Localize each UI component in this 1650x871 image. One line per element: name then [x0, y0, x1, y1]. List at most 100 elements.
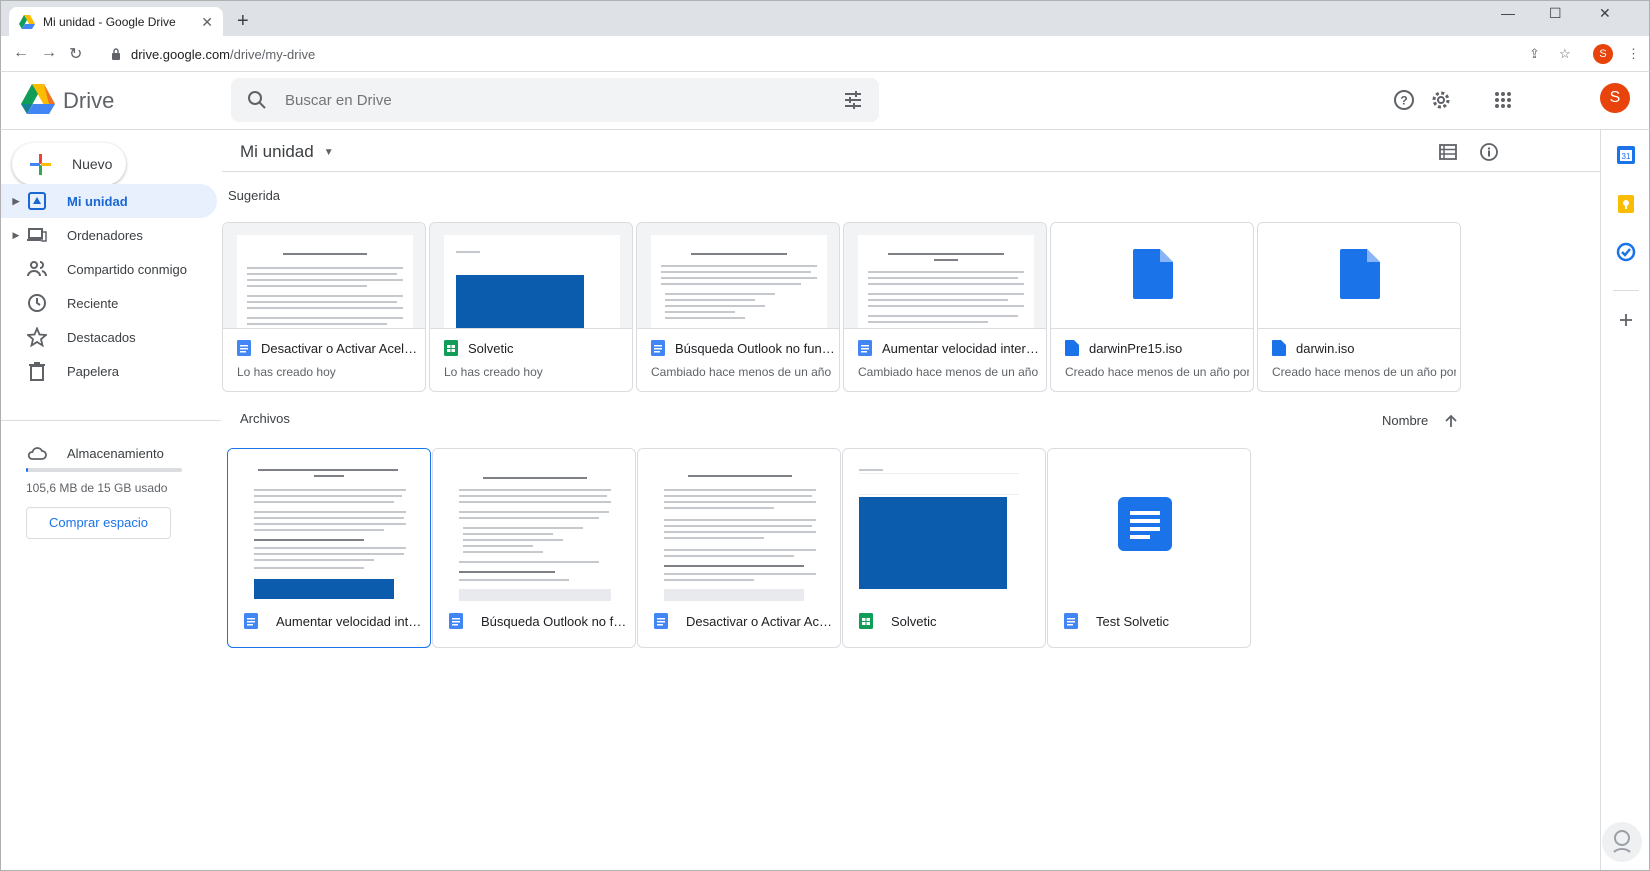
sidebar-item-computers[interactable]: ▶ Ordenadores	[1, 218, 217, 252]
sidebar-item-trash[interactable]: Papelera	[1, 354, 217, 388]
account-avatar[interactable]: S	[1600, 83, 1630, 113]
search-icon[interactable]	[247, 90, 267, 110]
drive-header: Drive ? S	[0, 72, 1650, 130]
document-preview	[223, 223, 425, 329]
suggested-card[interactable]: Desactivar o Activar Acele... Lo has cre…	[222, 222, 426, 392]
sidebar-item-label: Almacenamiento	[67, 445, 164, 461]
keep-icon[interactable]	[1616, 194, 1636, 214]
tasks-icon[interactable]	[1616, 242, 1636, 262]
expand-arrow-icon[interactable]: ▶	[9, 196, 23, 207]
info-icon[interactable]	[1479, 142, 1499, 162]
browser-profile-avatar[interactable]: S	[1593, 44, 1613, 64]
suggested-card[interactable]: Solvetic Lo has creado hoy	[429, 222, 633, 392]
storage-usage-text: 105,6 MB de 15 GB usado	[26, 481, 168, 495]
page-thumbnail	[444, 235, 620, 328]
google-docs-icon	[237, 340, 251, 356]
spreadsheet-preview	[430, 223, 632, 329]
file-activity: Lo has creado hoy	[444, 365, 543, 379]
sidebar-item-starred[interactable]: Destacados	[1, 320, 217, 354]
page-thumbnail	[858, 235, 1034, 328]
reload-icon[interactable]: ↻	[69, 44, 82, 64]
sort-label: Nombre	[1382, 413, 1429, 428]
buy-storage-button[interactable]: Comprar espacio	[26, 507, 171, 539]
bookmark-star-icon[interactable]: ☆	[1559, 46, 1571, 62]
browser-menu-icon[interactable]: ⋮	[1627, 46, 1640, 62]
back-icon[interactable]: ←	[13, 44, 29, 62]
list-view-icon[interactable]	[1438, 142, 1458, 162]
rail-divider	[1613, 290, 1639, 291]
sidebar-item-label: Mi unidad	[67, 193, 128, 209]
suggested-card[interactable]: Búsqueda Outlook no func... Cambiado hac…	[636, 222, 840, 392]
card-name-line: Solvetic	[859, 613, 1037, 629]
expand-arrow-icon[interactable]: ▶	[9, 230, 23, 241]
search-options-icon[interactable]	[843, 90, 863, 110]
files-heading: Archivos	[240, 411, 290, 426]
help-icon[interactable]: ?	[1392, 88, 1416, 112]
computers-icon	[27, 228, 47, 242]
clock-icon	[28, 294, 46, 312]
google-docs-large-icon	[1118, 497, 1172, 551]
settings-gear-icon[interactable]	[1429, 88, 1453, 112]
file-name: darwin.iso	[1296, 340, 1355, 356]
page-thumbnail	[237, 235, 413, 328]
suggested-card[interactable]: darwin.iso Creado hace menos de un año p…	[1257, 222, 1461, 392]
file-preview	[1051, 223, 1253, 329]
file-card[interactable]: Aumentar velocidad inter...	[227, 448, 431, 648]
add-addon-icon[interactable]	[1616, 310, 1636, 330]
new-button[interactable]: Nuevo	[12, 143, 126, 185]
page-title[interactable]: Mi unidad ▼	[240, 142, 334, 162]
suggested-card[interactable]: darwinPre15.iso Creado hace menos de un …	[1050, 222, 1254, 392]
calendar-icon[interactable]: 31	[1616, 145, 1636, 165]
sidebar-item-shared[interactable]: Compartido conmigo	[1, 252, 217, 286]
page-thumbnail	[651, 235, 827, 328]
google-docs-icon	[654, 613, 668, 629]
file-name: Búsqueda Outlook no func...	[675, 340, 835, 356]
browser-tab-bar: Mi unidad - Google Drive ✕ + — ☐ ✕	[0, 0, 1650, 37]
toolbar-divider	[222, 171, 1600, 172]
sidebar-item-my-drive[interactable]: ▶ Mi unidad	[1, 184, 217, 218]
drive-logo-icon[interactable]	[21, 84, 55, 114]
file-card[interactable]: Desactivar o Activar Acel...	[637, 448, 841, 648]
star-icon	[27, 327, 47, 347]
google-docs-icon	[244, 613, 258, 629]
share-icon[interactable]: ⇪	[1529, 46, 1540, 62]
maximize-icon[interactable]: ☐	[1549, 5, 1562, 22]
google-docs-icon	[858, 340, 872, 356]
sidebar-item-recent[interactable]: Reciente	[1, 286, 217, 320]
cloud-icon	[27, 447, 47, 460]
google-docs-icon	[449, 613, 463, 629]
brand-name: Drive	[63, 88, 115, 113]
browser-tab[interactable]: Mi unidad - Google Drive ✕	[9, 7, 223, 37]
file-name: Solvetic	[891, 613, 937, 629]
spreadsheet-preview	[843, 449, 1045, 604]
file-card[interactable]: Solvetic	[842, 448, 1046, 648]
generic-file-icon	[1133, 249, 1173, 299]
sidebar-item-label: Destacados	[67, 329, 136, 345]
file-card[interactable]: Búsqueda Outlook no fun...	[432, 448, 636, 648]
search-input[interactable]	[285, 91, 843, 109]
card-name-line: Aumentar velocidad intern...	[858, 340, 1042, 356]
file-name: Aumentar velocidad inter...	[276, 613, 422, 629]
close-window-icon[interactable]: ✕	[1599, 5, 1611, 22]
new-tab-icon[interactable]: +	[237, 10, 249, 33]
drive-favicon-icon	[19, 15, 35, 29]
drive-icon	[28, 192, 46, 210]
storage-bar	[26, 468, 182, 472]
google-sheets-icon	[859, 613, 873, 629]
suggested-card[interactable]: Aumentar velocidad intern... Cambiado ha…	[843, 222, 1047, 392]
url-field[interactable]: drive.google.com/drive/my-drive	[111, 42, 1531, 66]
card-name-line: Búsqueda Outlook no func...	[651, 340, 835, 356]
sort-arrow-up-icon[interactable]	[1444, 414, 1458, 428]
sidebar-item-label: Ordenadores	[67, 227, 143, 243]
file-name: darwinPre15.iso	[1089, 340, 1183, 356]
search-bar[interactable]	[231, 78, 879, 122]
sort-control[interactable]: Nombre	[1382, 413, 1458, 428]
url-path: /drive/my-drive	[230, 46, 316, 62]
apps-grid-icon[interactable]	[1491, 88, 1515, 112]
sidebar-item-storage[interactable]: Almacenamiento	[1, 436, 217, 470]
close-tab-icon[interactable]: ✕	[201, 14, 213, 31]
chevron-down-icon[interactable]: ▼	[324, 147, 334, 158]
minimize-icon[interactable]: —	[1501, 5, 1515, 21]
forward-icon[interactable]: →	[41, 44, 57, 62]
file-card[interactable]: Test Solvetic	[1047, 448, 1251, 648]
